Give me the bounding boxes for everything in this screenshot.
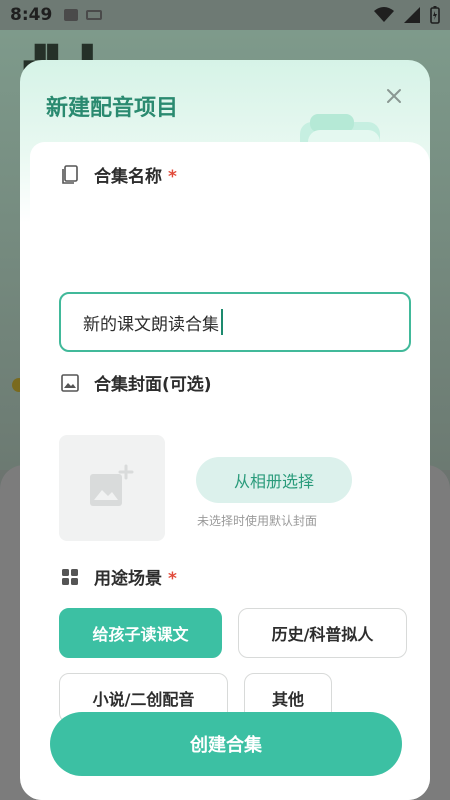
cover-hint: 未选择时使用默认封面 <box>197 514 318 528</box>
collection-name-input[interactable]: 新的课文朗读合集 <box>59 292 411 352</box>
usage-option-history-science[interactable]: 历史/科普拟人 <box>238 608 407 658</box>
required-mark: * <box>168 569 177 589</box>
add-image-icon <box>90 464 134 506</box>
signal-icon <box>404 7 420 23</box>
new-project-dialog: 新建配音项目 合集名称 * 新的课文朗读合集 合集封面(可选) 从相册选择 未选… <box>20 60 430 800</box>
wifi-icon <box>374 7 394 22</box>
choose-from-album-button[interactable]: 从相册选择 <box>196 457 352 503</box>
status-time: 8:49 <box>10 5 53 25</box>
collection-name-value: 新的课文朗读合集 <box>83 314 219 335</box>
close-icon <box>387 89 401 103</box>
image-icon <box>60 373 80 393</box>
text-caret <box>221 309 223 335</box>
status-bar: 8:49 <box>0 0 450 30</box>
battery-icon <box>430 6 440 24</box>
notification-a-icon <box>64 9 79 21</box>
usage-label: 用途场景 <box>94 569 162 589</box>
usage-label-row: 用途场景 * <box>60 564 177 589</box>
cover-placeholder[interactable] <box>59 435 165 541</box>
cover-label-row: 合集封面(可选) <box>60 370 212 395</box>
dialog-title: 新建配音项目 <box>46 96 179 121</box>
grid-icon <box>60 567 80 587</box>
usage-option-read-textbook[interactable]: 给孩子读课文 <box>59 608 222 658</box>
form-card: 合集名称 * 新的课文朗读合集 合集封面(可选) 从相册选择 未选择时使用默认封面 <box>30 142 430 800</box>
cover-label: 合集封面(可选) <box>94 375 212 395</box>
create-collection-button[interactable]: 创建合集 <box>50 712 402 776</box>
collection-name-label: 合集名称 <box>94 167 162 187</box>
document-icon <box>60 164 80 185</box>
close-button[interactable] <box>382 86 406 110</box>
required-mark: * <box>168 167 177 187</box>
keyboard-icon <box>86 10 103 20</box>
collection-name-label-row: 合集名称 * <box>60 162 177 187</box>
